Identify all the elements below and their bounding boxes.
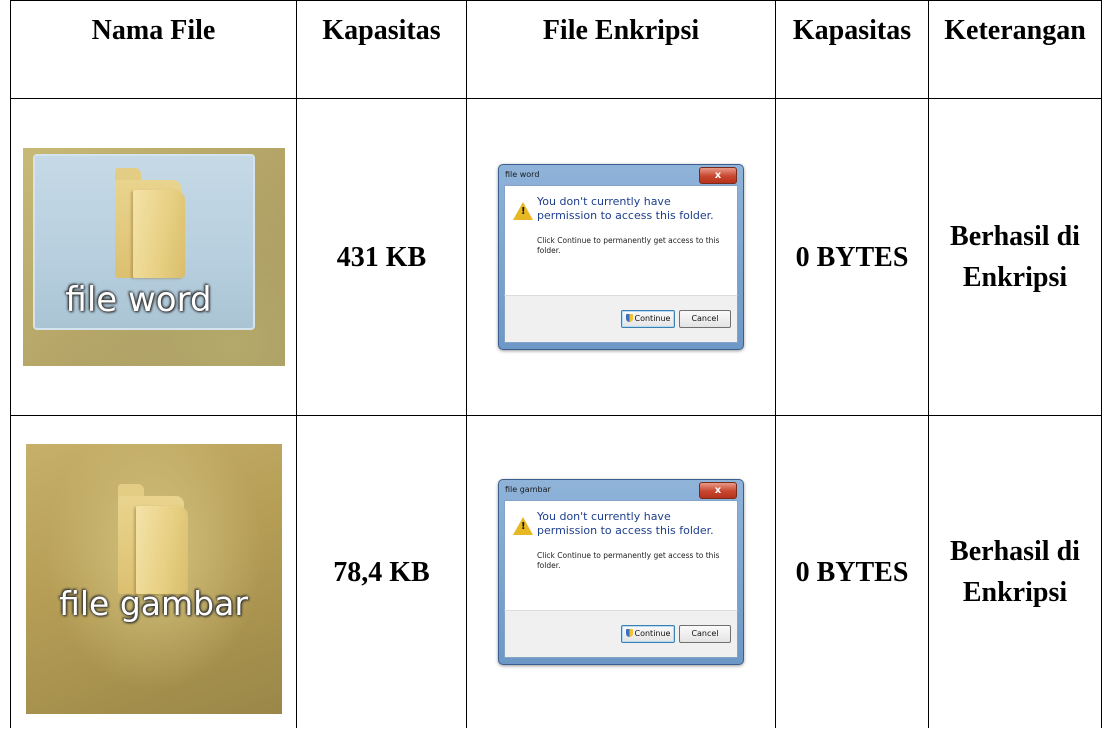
header-kapasitas-after: Kapasitas xyxy=(775,0,929,99)
dialog-title: file word xyxy=(505,170,540,179)
dialog-footer: Continue Cancel xyxy=(504,295,738,343)
continue-label: Continue xyxy=(634,629,671,638)
permission-dialog: file gambar x ! You don't currently have… xyxy=(498,479,744,665)
size-after-cell: 0 BYTES xyxy=(775,415,929,728)
header-keterangan: Keterangan xyxy=(928,0,1102,99)
header-kapasitas-before: Kapasitas xyxy=(296,0,467,99)
dialog-titlebar: file word x xyxy=(499,165,743,185)
file-label: file gambar xyxy=(59,584,248,623)
file-cell: file word xyxy=(10,98,297,416)
header-nama-file: Nama File xyxy=(10,0,297,99)
table-row: file word 431 KB file word x ! You don't… xyxy=(10,98,1102,416)
close-icon[interactable]: x xyxy=(699,167,737,184)
dialog-title: file gambar xyxy=(505,485,551,494)
note-cell: Berhasil di Enkripsi xyxy=(928,98,1102,416)
close-icon[interactable]: x xyxy=(699,482,737,499)
dialog-footer: Continue Cancel xyxy=(504,610,738,658)
size-before-cell: 431 KB xyxy=(296,98,467,416)
header-file-enkripsi: File Enkripsi xyxy=(466,0,776,99)
cancel-button[interactable]: Cancel xyxy=(679,625,731,643)
shield-icon xyxy=(625,629,633,637)
warning-icon: ! xyxy=(513,517,533,535)
continue-button[interactable]: Continue xyxy=(621,625,675,643)
encryption-results-table: Nama File Kapasitas File Enkripsi Kapasi… xyxy=(10,0,1102,728)
dialog-cell: file gambar x ! You don't currently have… xyxy=(466,415,776,728)
size-after-cell: 0 BYTES xyxy=(775,98,929,416)
continue-button[interactable]: Continue xyxy=(621,310,675,328)
dialog-body: ! You don't currently have permission to… xyxy=(504,500,738,612)
table-row: file gambar 78,4 KB file gambar x ! You … xyxy=(10,415,1102,728)
note-line-2: Enkripsi xyxy=(962,262,1068,293)
cancel-button[interactable]: Cancel xyxy=(679,310,731,328)
permission-dialog: file word x ! You don't currently have p… xyxy=(498,164,744,350)
dialog-body: ! You don't currently have permission to… xyxy=(504,185,738,297)
file-cell: file gambar xyxy=(10,415,297,728)
file-word-thumbnail: file word xyxy=(22,148,285,366)
file-gambar-thumbnail: file gambar xyxy=(25,444,282,714)
folder-icon xyxy=(114,168,187,280)
file-label: file word xyxy=(65,280,212,320)
note-line-2: Enkripsi xyxy=(962,577,1068,608)
shield-icon xyxy=(625,314,633,322)
note-line-1: Berhasil di xyxy=(950,221,1080,252)
dialog-sub-message: Click Continue to permanently get access… xyxy=(537,551,720,570)
dialog-titlebar: file gambar x xyxy=(499,480,743,500)
dialog-cell: file word x ! You don't currently have p… xyxy=(466,98,776,416)
dialog-message: You don't currently have permission to a… xyxy=(537,195,714,222)
size-before-cell: 78,4 KB xyxy=(296,415,467,728)
folder-icon xyxy=(117,484,190,596)
note-line-1: Berhasil di xyxy=(950,536,1080,567)
header-row: Nama File Kapasitas File Enkripsi Kapasi… xyxy=(10,0,1102,99)
note-cell: Berhasil di Enkripsi xyxy=(928,415,1102,728)
dialog-sub-message: Click Continue to permanently get access… xyxy=(537,236,720,255)
continue-label: Continue xyxy=(634,314,671,323)
dialog-message: You don't currently have permission to a… xyxy=(537,510,714,537)
warning-icon: ! xyxy=(513,202,533,220)
